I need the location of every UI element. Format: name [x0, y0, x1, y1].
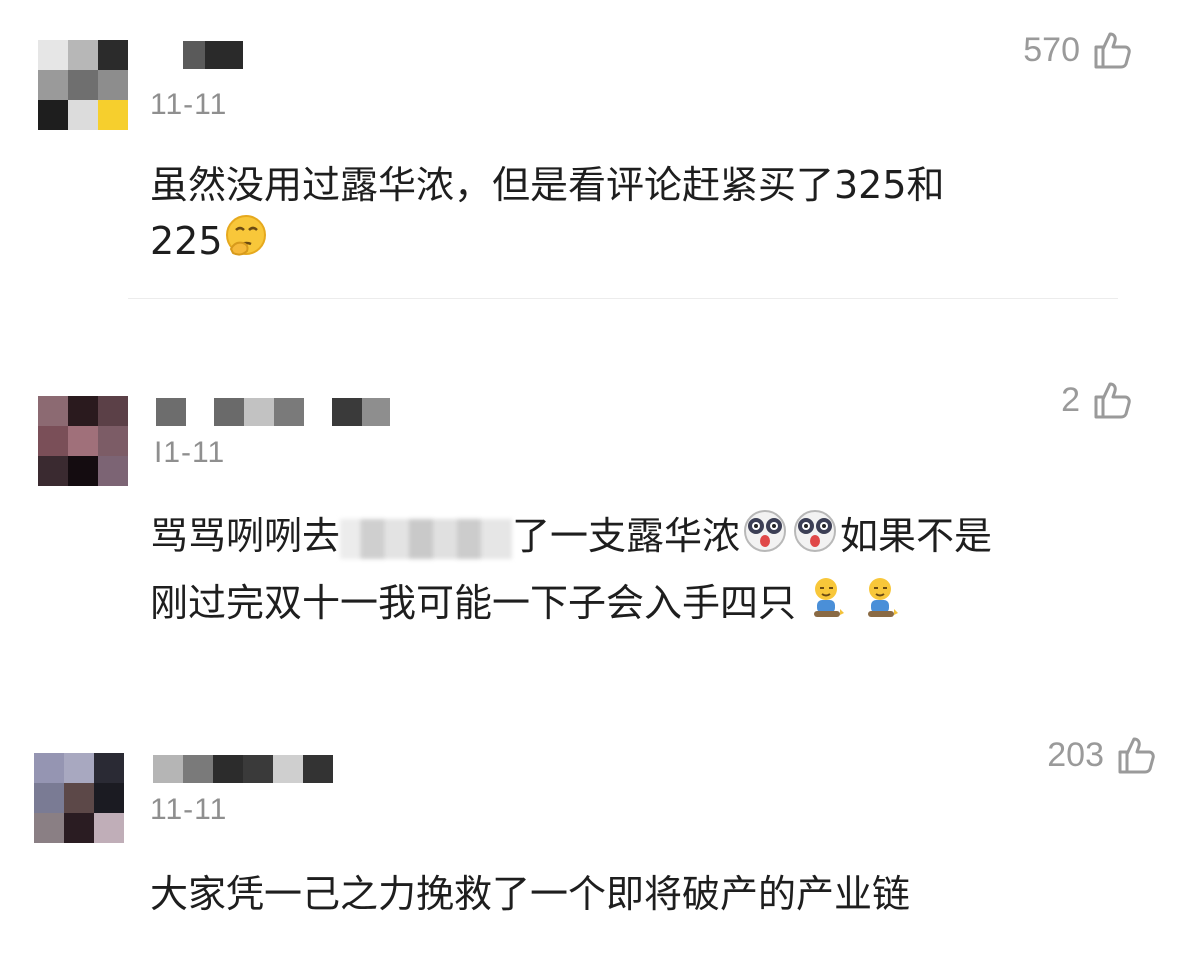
like-button[interactable]: 2	[1061, 380, 1132, 420]
comment-line: 刚过完双十一我可能一下子会入手四只	[150, 575, 992, 636]
comment-text: 虽然没用过露华浓，但是看评论赶紧买了325和 225	[150, 157, 945, 274]
thumbs-up-icon	[1092, 30, 1132, 70]
avatar[interactable]	[38, 396, 128, 486]
comment-line: 大家凭一己之力挽救了一个即将破产的产业链	[150, 872, 911, 916]
comment-line: 虽然没用过露华浓，但是看评论赶紧买了325和	[150, 163, 945, 207]
comment-text: 大家凭一己之力挽救了一个即将破产的产业链	[150, 866, 910, 922]
comment-line-text: 如果不是	[840, 514, 993, 558]
crazy-panda-emoji	[740, 508, 790, 569]
comment-line: 骂骂咧咧去 了一支露华浓 如果不是	[150, 508, 992, 569]
sitting-kid-emoji	[808, 575, 848, 636]
comment-line-text: 骂骂咧咧去	[150, 514, 341, 558]
avatar[interactable]	[38, 40, 128, 130]
comment-date: 11-11	[150, 88, 228, 121]
like-count: 570	[1023, 30, 1080, 69]
thinking-face-emoji	[223, 213, 269, 274]
comment-line-text: 225	[150, 219, 223, 263]
comment-date: I1-11	[154, 436, 226, 469]
sitting-kid-emoji	[862, 575, 902, 636]
comment-text: 骂骂咧咧去 了一支露华浓 如果不是 刚过完双十一我可能一下子会入手四只	[150, 508, 992, 636]
avatar[interactable]	[34, 753, 124, 843]
crazy-panda-emoji	[790, 508, 840, 569]
comment-line-text: 刚过完双十一我可能一下子会入手四只	[150, 581, 797, 625]
thumbs-up-icon	[1092, 380, 1132, 420]
username-redacted[interactable]	[156, 398, 390, 426]
like-count: 203	[1047, 735, 1104, 774]
comment-line: 225	[150, 213, 945, 274]
username-redacted[interactable]	[183, 41, 243, 69]
divider	[128, 298, 1118, 299]
like-count: 2	[1061, 380, 1080, 419]
like-button[interactable]: 203	[1047, 735, 1156, 775]
thumbs-up-icon	[1116, 735, 1156, 775]
blurred-redaction	[340, 518, 513, 559]
like-button[interactable]: 570	[1023, 30, 1132, 70]
username-redacted[interactable]	[153, 755, 333, 783]
comment-line-text: 了一支露华浓	[512, 514, 741, 558]
comment-date: 11-11	[150, 793, 228, 826]
